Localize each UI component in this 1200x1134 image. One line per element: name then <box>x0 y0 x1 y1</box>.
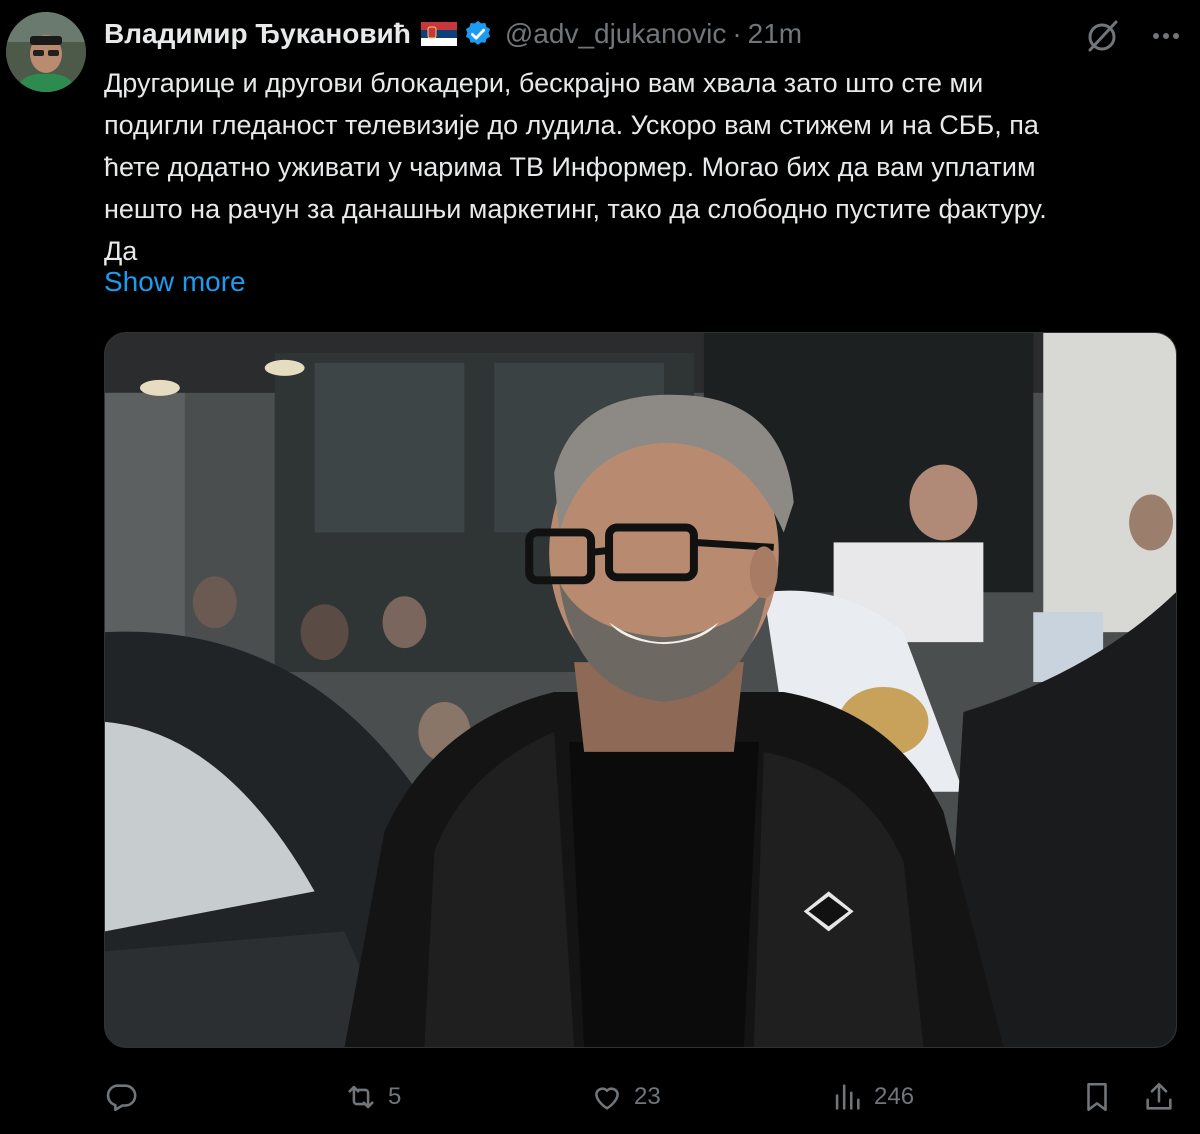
timestamp[interactable]: 21m <box>748 18 802 50</box>
tweet[interactable]: Владимир Ђукановић @adv_djukanovic · 21m <box>0 0 1200 1134</box>
tweet-photo[interactable] <box>104 332 1177 1048</box>
like-icon <box>590 1080 624 1114</box>
reply-button[interactable] <box>104 1072 148 1122</box>
tweet-text-line: Да <box>104 236 138 266</box>
tweet-text-line: подигли гледаност телевизије до лудила. … <box>104 110 1039 140</box>
repost-count: 5 <box>388 1083 402 1110</box>
views-icon <box>830 1080 864 1114</box>
tweet-text-line: ћете додатно уживати у чарима ТВ Информе… <box>104 152 1036 182</box>
tweet-text-line: Другарице и другови блокадери, бескрајно… <box>104 68 984 98</box>
verified-badge-icon[interactable] <box>463 19 493 49</box>
share-button[interactable] <box>1142 1072 1176 1122</box>
tweet-text-line: нешто на рачун за данашњи маркетинг, так… <box>104 194 1047 224</box>
avatar[interactable] <box>6 12 86 92</box>
action-bar: 5 23 246 <box>104 1072 1184 1122</box>
bookmark-icon <box>1080 1080 1114 1114</box>
more-icon[interactable] <box>1146 18 1186 54</box>
views-count: 246 <box>874 1083 915 1110</box>
grok-icon[interactable] <box>1082 16 1122 56</box>
tweet-header: Владимир Ђукановић @adv_djukanovic · 21m <box>104 14 1200 54</box>
like-count: 23 <box>634 1083 661 1110</box>
repost-icon <box>344 1080 378 1114</box>
show-more-link[interactable]: Show more <box>104 266 246 298</box>
views-button[interactable]: 246 <box>830 1072 914 1122</box>
bookmark-button[interactable] <box>1080 1072 1114 1122</box>
reply-icon <box>104 1080 138 1114</box>
serbia-flag-icon <box>420 22 457 46</box>
tweet-text: Другарице и другови блокадери, бескрајно… <box>104 62 1184 272</box>
handle[interactable]: @adv_djukanovic <box>505 18 726 50</box>
display-name[interactable]: Владимир Ђукановић <box>104 18 411 50</box>
separator-dot: · <box>732 18 742 49</box>
like-button[interactable]: 23 <box>590 1072 661 1122</box>
share-icon <box>1142 1080 1176 1114</box>
repost-button[interactable]: 5 <box>344 1072 401 1122</box>
